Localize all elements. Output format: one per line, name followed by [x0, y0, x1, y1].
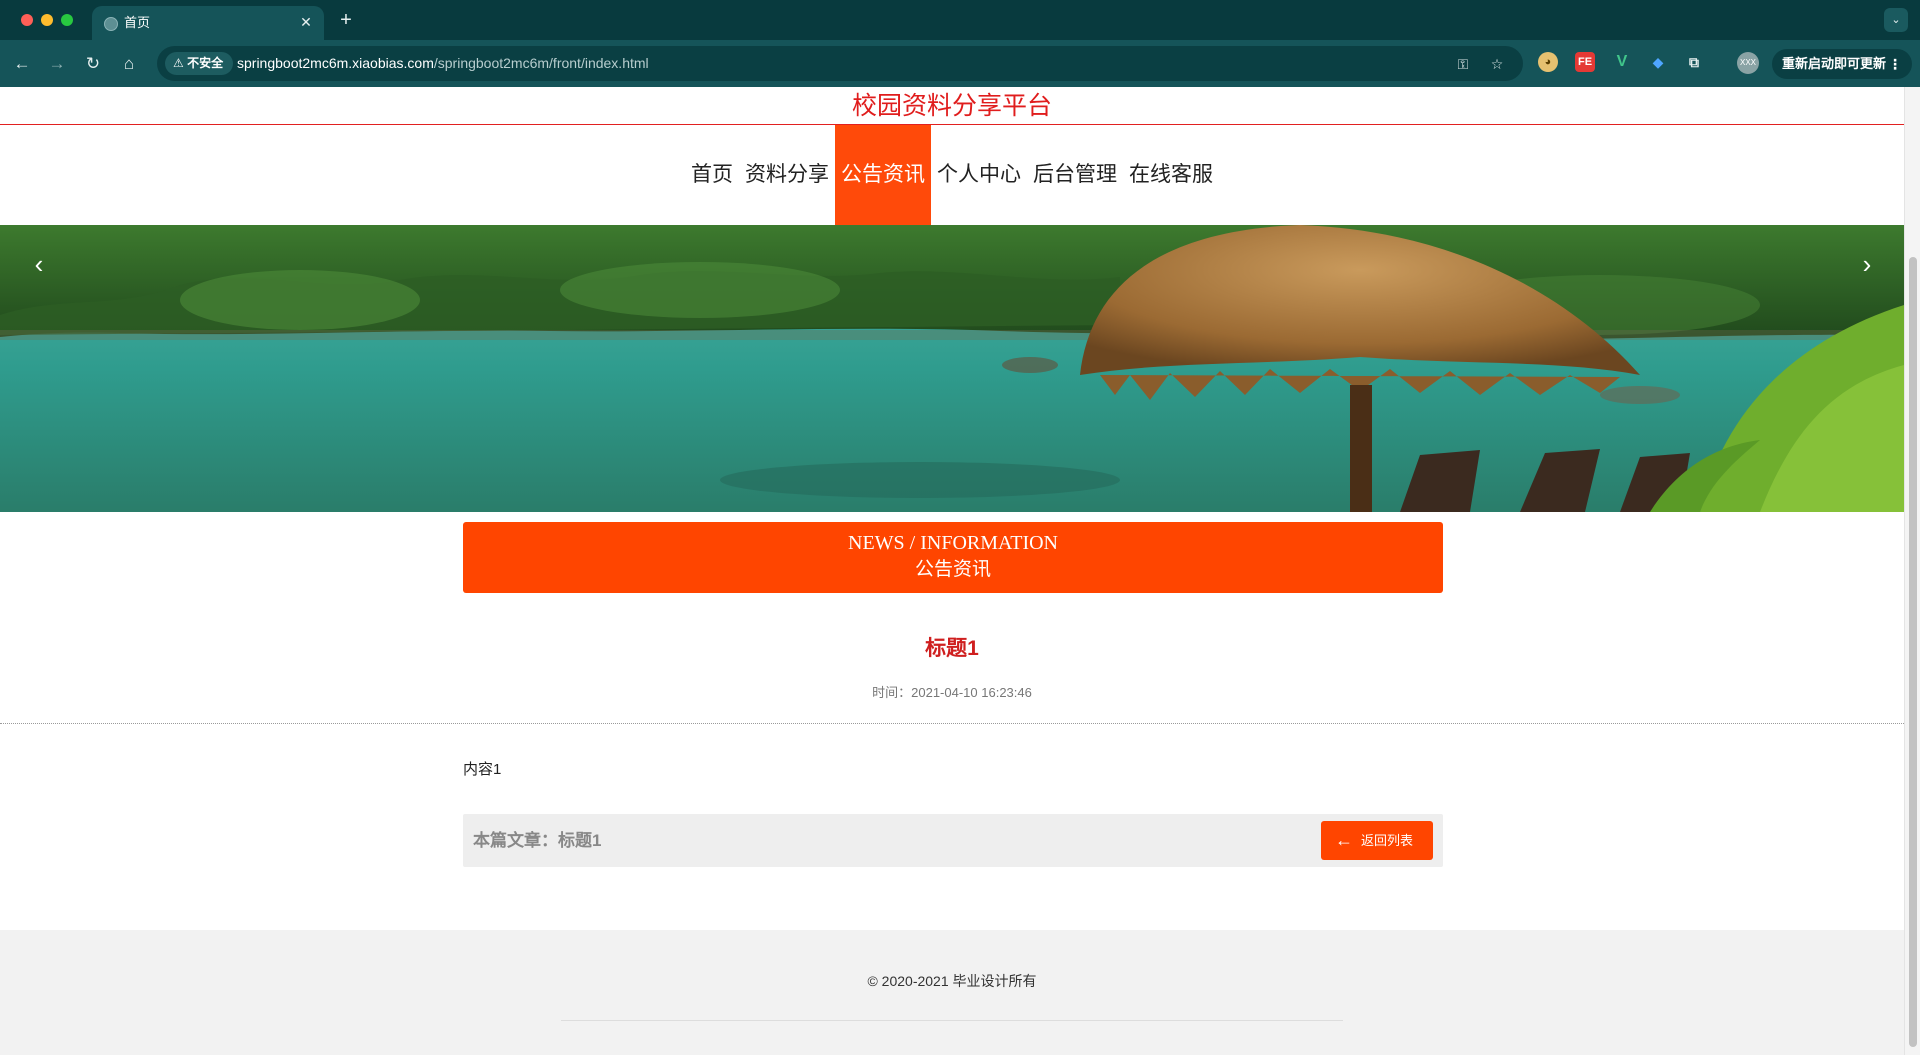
- security-label: 不安全: [187, 56, 224, 70]
- window-close-button[interactable]: [21, 14, 33, 26]
- footer: © 2020-2021 毕业设计所有: [0, 930, 1904, 1055]
- url-text[interactable]: springboot2mc6m.xiaobias.com/springboot2…: [237, 54, 649, 73]
- section-title-en: NEWS / INFORMATION: [848, 532, 1058, 554]
- nav-item-admin[interactable]: 后台管理: [1027, 125, 1123, 225]
- security-badge[interactable]: ⚠ 不安全: [165, 52, 234, 75]
- banner-carousel: ‹ ›: [0, 225, 1904, 512]
- puzzle-icon[interactable]: ⧉: [1684, 52, 1704, 72]
- star-icon[interactable]: ☆: [1487, 54, 1507, 74]
- menu-dots-icon: ⋮: [1888, 56, 1902, 72]
- back-to-list-label: 返回列表: [1361, 833, 1414, 848]
- window-minimize-button[interactable]: [41, 14, 53, 26]
- banner-image: [0, 225, 1904, 512]
- close-icon[interactable]: ✕: [296, 12, 316, 32]
- article-content: 内容1: [463, 761, 502, 778]
- time-label: 时间：: [872, 685, 912, 700]
- back-to-list-button[interactable]: ← 返回列表: [1321, 821, 1433, 860]
- nav-item-news[interactable]: 公告资讯: [835, 125, 931, 225]
- scrollbar-thumb[interactable]: [1909, 257, 1917, 1047]
- time-value: 2021-04-10 16:23:46: [911, 685, 1032, 700]
- browser-toolbar: ← → ↻ ⌂ ⚠ 不安全 springboot2mc6m.xiaobias.c…: [0, 40, 1920, 87]
- update-label: 重新启动即可更新: [1782, 56, 1887, 71]
- section-header: NEWS / INFORMATION 公告资讯: [463, 522, 1443, 593]
- article-time: 时间：2021-04-10 16:23:46: [0, 684, 1904, 702]
- key-icon[interactable]: ⚿: [1453, 54, 1473, 74]
- window-zoom-button[interactable]: [61, 14, 73, 26]
- nav-item-profile[interactable]: 个人中心: [931, 125, 1027, 225]
- footer-divider: [561, 1020, 1343, 1021]
- url-path: /springboot2mc6m/front/index.html: [433, 55, 649, 71]
- home-icon[interactable]: ⌂: [117, 52, 141, 76]
- globe-icon: [104, 17, 118, 31]
- carousel-prev-button[interactable]: ‹: [24, 249, 54, 279]
- gem-icon[interactable]: ◆: [1648, 52, 1668, 72]
- article-nav-bar: 本篇文章：标题1 ← 返回列表: [463, 814, 1443, 867]
- chevron-down-icon[interactable]: ⌄: [1884, 8, 1908, 32]
- url-host: springboot2mc6m.xiaobias.com: [237, 55, 434, 71]
- reload-icon[interactable]: ↻: [81, 52, 105, 76]
- forward-arrow-icon[interactable]: →: [45, 52, 69, 76]
- page-viewport: 校园资料分享平台 首页 资料分享 公告资讯 个人中心 后台管理 在线客服 ‹ ›…: [0, 87, 1920, 1055]
- address-bar[interactable]: ⚠ 不安全 springboot2mc6m.xiaobias.com/sprin…: [157, 46, 1523, 81]
- main-nav: 首页 资料分享 公告资讯 个人中心 后台管理 在线客服: [0, 125, 1904, 225]
- back-arrow-icon[interactable]: ←: [10, 52, 34, 76]
- nav-item-materials[interactable]: 资料分享: [739, 125, 835, 225]
- current-article-label: 本篇文章：标题1: [473, 831, 602, 850]
- browser-tab-active[interactable]: 首页 ✕: [92, 6, 324, 40]
- section-title-cn: 公告资讯: [914, 559, 991, 580]
- site-title: 校园资料分享平台: [0, 87, 1904, 125]
- article-divider: [0, 723, 1904, 724]
- extension-fe-icon[interactable]: FE: [1575, 52, 1595, 72]
- new-tab-button[interactable]: +: [334, 8, 358, 32]
- update-button[interactable]: 重新启动即可更新 ⋮: [1772, 49, 1912, 79]
- extension-face-icon[interactable]: ◕: [1538, 52, 1558, 72]
- copyright-text: © 2020-2021 毕业设计所有: [867, 973, 1037, 989]
- page-scrollbar[interactable]: [1904, 87, 1920, 1055]
- article-title: 标题1: [925, 637, 979, 660]
- nav-item-support[interactable]: 在线客服: [1123, 125, 1219, 225]
- tab-title: 首页: [124, 15, 151, 30]
- browser-tab-bar: 首页 ✕ + ⌄: [0, 0, 1920, 40]
- profile-avatar[interactable]: XXX: [1737, 52, 1759, 74]
- nav-item-home[interactable]: 首页: [685, 125, 739, 225]
- vue-devtools-icon[interactable]: V: [1612, 52, 1632, 72]
- arrow-left-icon: ←: [1335, 830, 1353, 850]
- carousel-next-button[interactable]: ›: [1852, 249, 1882, 279]
